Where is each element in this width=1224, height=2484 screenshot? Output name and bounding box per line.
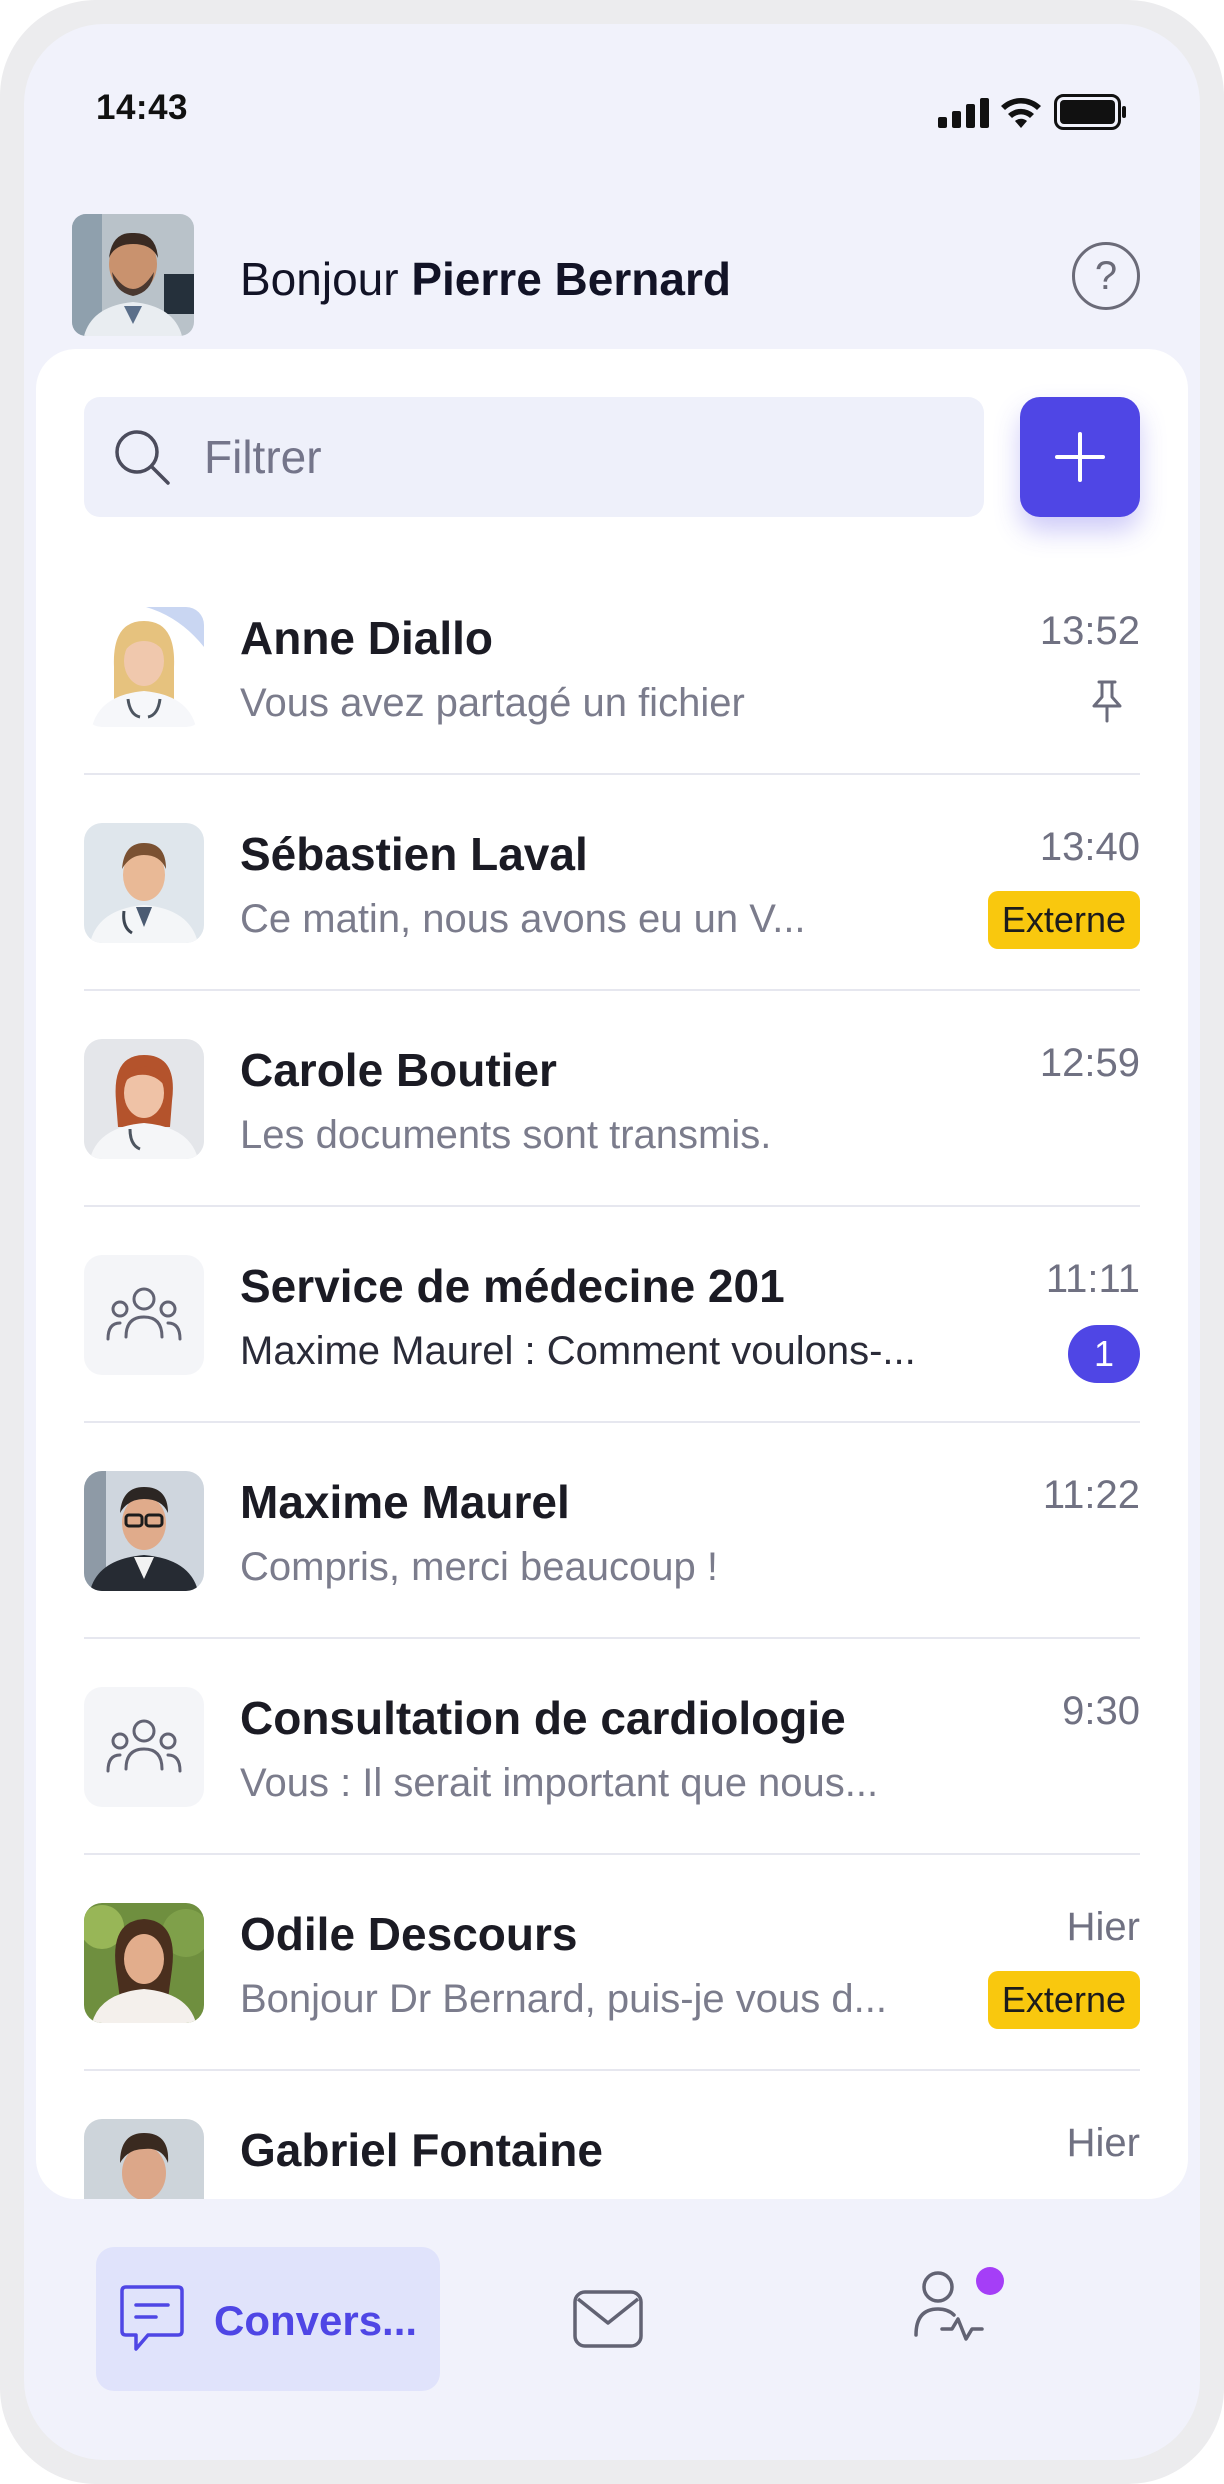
conversation-row[interactable]: Maxime Maurel Compris, merci beaucoup ! …	[84, 1423, 1140, 1639]
message-preview: Bonjour Dr Bernard, puis-je vous d...	[240, 1977, 887, 2021]
group-icon	[106, 1719, 182, 1773]
signal-icon	[938, 98, 989, 128]
conversations-panel: Anne Diallo Vous avez partagé un fichier…	[36, 349, 1188, 2199]
mail-icon	[573, 2290, 643, 2348]
conversation-row[interactable]: Sébastien Laval Ce matin, nous avons eu …	[84, 775, 1140, 991]
contact-name: Service de médecine 201	[240, 1260, 785, 1312]
contact-name: Gabriel Fontaine	[240, 2124, 603, 2176]
group-avatar	[84, 1687, 204, 1807]
message-time: 9:30	[1062, 1689, 1140, 1733]
user-name: Pierre Bernard	[411, 253, 731, 305]
app-screen: 14:43 Bonjour Pierre Bernard ? Filtrer A…	[24, 24, 1200, 2460]
search-input[interactable]	[204, 425, 944, 489]
contact-name: Maxime Maurel	[240, 1476, 570, 1528]
group-avatar	[84, 1255, 204, 1375]
message-time: 13:52	[1039, 609, 1140, 653]
conversation-row[interactable]: Carole Boutier Les documents sont transm…	[84, 991, 1140, 1207]
group-icon	[106, 1287, 182, 1341]
conversation-row[interactable]: Odile Descours Bonjour Dr Bernard, puis-…	[84, 1855, 1140, 2071]
new-conversation-button[interactable]	[1020, 397, 1140, 517]
contact-name: Sébastien Laval	[240, 828, 588, 880]
message-preview: Ce matin, nous avons eu un V...	[240, 897, 806, 941]
chat-icon	[120, 2285, 184, 2351]
message-preview: Vous avez partagé un fichier	[240, 681, 745, 725]
contact-avatar	[84, 1903, 204, 2023]
help-icon: ?	[1094, 253, 1118, 298]
contact-name: Consultation de cardiologie	[240, 1692, 846, 1744]
unread-count-badge: 1	[1068, 1325, 1140, 1383]
app-header: Bonjour Pierre Bernard ?	[24, 192, 1200, 336]
conversation-row[interactable]: Gabriel Fontaine Hier	[84, 2071, 1140, 2199]
tab-patients[interactable]	[912, 2269, 984, 2350]
battery-icon	[1054, 94, 1126, 130]
user-avatar[interactable]	[72, 214, 194, 336]
conversation-row[interactable]: Service de médecine 201 Maxime Maurel : …	[84, 1207, 1140, 1423]
contact-avatar	[84, 823, 204, 943]
message-time: 11:22	[1042, 1473, 1140, 1517]
status-time: 14:43	[96, 88, 189, 127]
contact-avatar	[84, 607, 204, 727]
conversation-list: Anne Diallo Vous avez partagé un fichier…	[84, 559, 1140, 2199]
device-frame: 14:43 Bonjour Pierre Bernard ? Filtrer A…	[0, 0, 1224, 2484]
tab-conversations-label: Convers...	[214, 2297, 418, 2344]
message-preview: Maxime Maurel : Comment voulons-...	[240, 1329, 916, 1373]
external-badge: Externe	[987, 891, 1140, 949]
conversation-row[interactable]: Anne Diallo Vous avez partagé un fichier…	[84, 559, 1140, 775]
contact-name: Anne Diallo	[240, 612, 494, 664]
message-preview: Compris, merci beaucoup !	[240, 1545, 718, 1589]
pin-icon	[1092, 680, 1122, 723]
patient-icon	[914, 2271, 984, 2341]
message-time: Hier	[1066, 1905, 1140, 1949]
status-bar: 14:43	[24, 24, 1200, 134]
tab-mail[interactable]	[572, 2289, 644, 2354]
search-icon	[115, 430, 170, 485]
notification-dot	[976, 2267, 1004, 2295]
message-time: Hier	[1066, 2121, 1140, 2165]
contact-name: Carole Boutier	[240, 1044, 557, 1096]
search-bar[interactable]	[84, 397, 984, 517]
message-time: 13:40	[1039, 825, 1140, 869]
help-button[interactable]: ?	[1072, 242, 1140, 310]
contact-avatar	[84, 1471, 204, 1591]
contact-avatar	[84, 1039, 204, 1159]
contact-name: Odile Descours	[240, 1908, 578, 1960]
conversation-row[interactable]: Consultation de cardiologie Vous : Il se…	[84, 1639, 1140, 1855]
bottom-navigation: Convers...	[24, 2209, 1200, 2460]
greeting-prefix: Bonjour	[240, 253, 399, 305]
contact-avatar	[84, 2119, 204, 2199]
wifi-icon	[1001, 98, 1041, 128]
plus-icon	[1055, 432, 1105, 482]
message-preview: Les documents sont transmis.	[240, 1113, 772, 1157]
greeting: Bonjour Pierre Bernard	[240, 252, 731, 306]
message-preview: Vous : Il serait important que nous...	[240, 1761, 879, 1805]
tab-conversations[interactable]: Convers...	[96, 2247, 440, 2391]
message-time: 11:11	[1045, 1257, 1140, 1301]
message-time: 12:59	[1039, 1041, 1140, 1085]
external-badge: Externe	[987, 1971, 1140, 2029]
